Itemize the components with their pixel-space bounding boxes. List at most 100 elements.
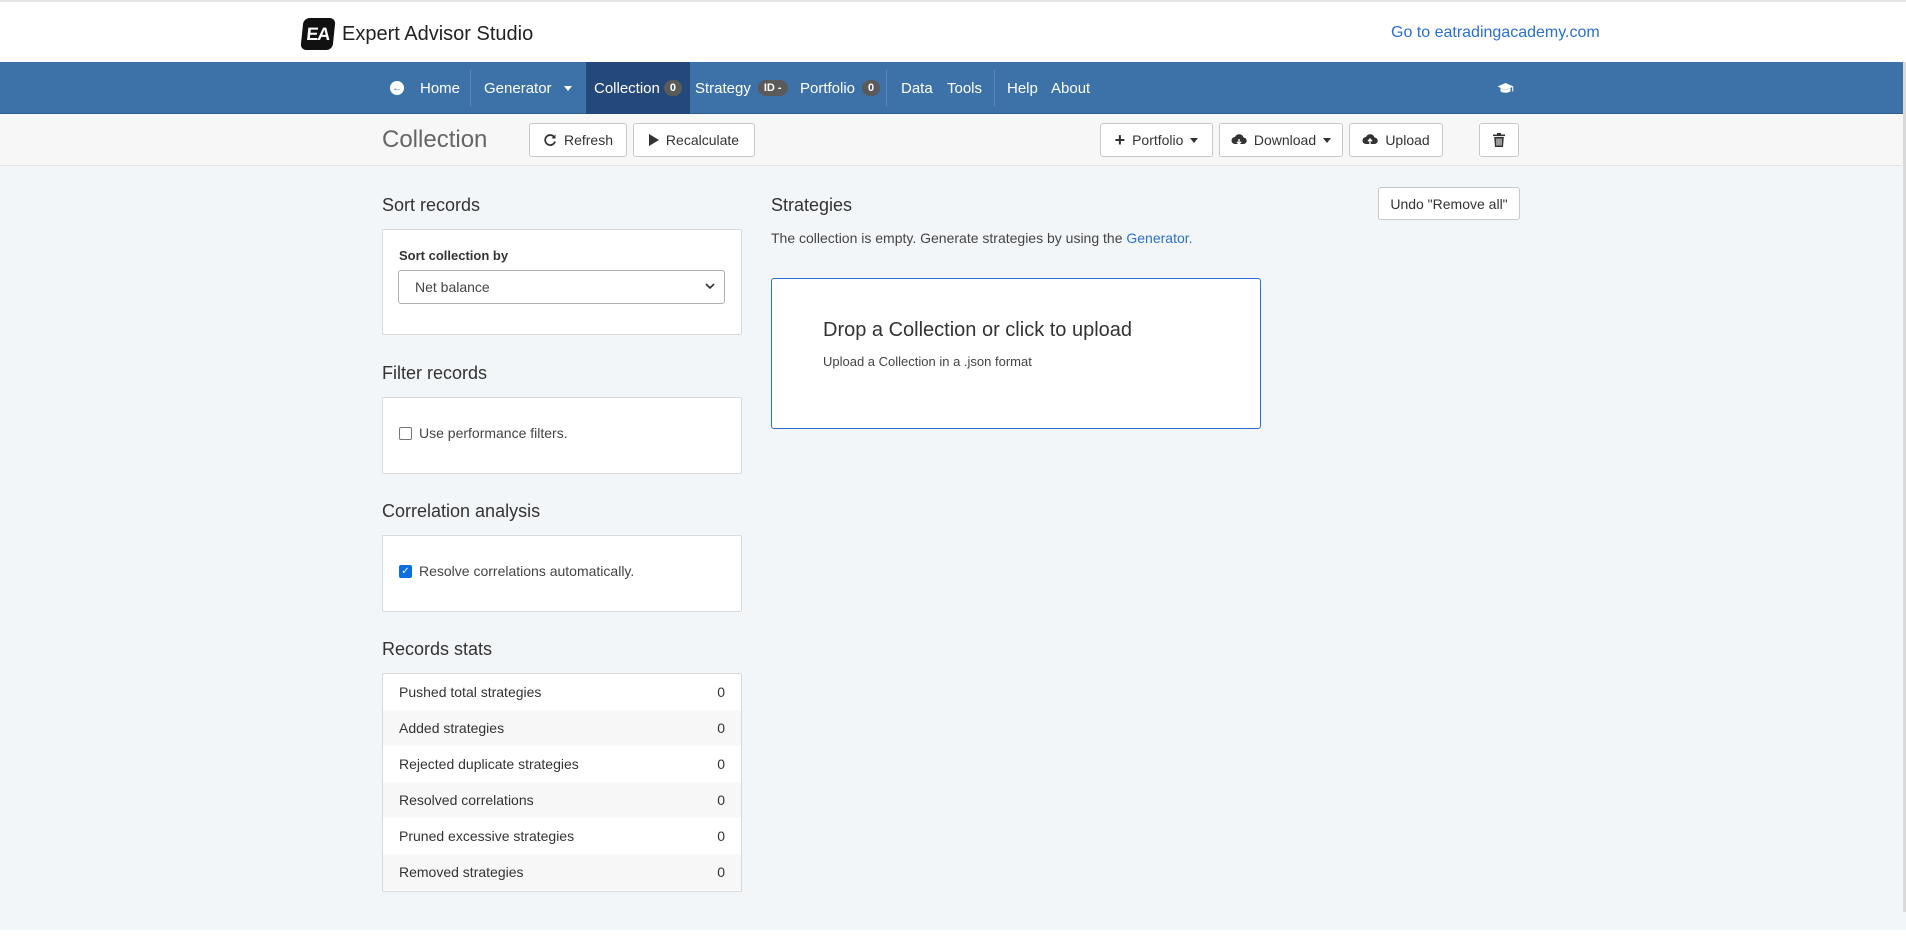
nav-generator-label: Generator [484,79,552,97]
dropzone-title: Drop a Collection or click to upload [823,319,1133,341]
correlation-panel: ✓ Resolve correlations automatically. [382,535,742,612]
stats-row: Pruned excessive strategies 0 [383,818,741,854]
nav-portfolio[interactable]: Portfolio 0 [800,62,881,114]
stats-value: 0 [717,684,725,700]
resolve-correlations-option[interactable]: ✓ Resolve correlations automatically. [399,563,634,579]
correlation-analysis-title: Correlation analysis [382,501,541,521]
stats-row: Resolved correlations 0 [383,782,741,818]
stats-value: 0 [717,864,725,880]
collection-toolbar: Collection Refresh Recalculate + Portfol… [0,114,1906,166]
nav-tools-label: Tools [947,79,983,97]
stats-row: Pushed total strategies 0 [383,674,741,710]
undo-remove-all-button[interactable]: Undo "Remove all" [1378,187,1520,220]
stats-value: 0 [717,720,725,736]
stats-label: Rejected duplicate strategies [399,756,579,772]
strategy-id-badge: ID - [757,80,788,96]
chevron-down-icon [705,283,715,290]
stats-label: Pushed total strategies [399,684,542,700]
empty-collection-text: The collection is empty. Generate strate… [771,230,1123,246]
caret-down-icon [1190,137,1199,143]
brand[interactable]: EA Expert Advisor Studio [300,18,534,50]
performance-filters-checkbox[interactable] [399,426,412,440]
trash-icon [1493,133,1505,147]
nav-data[interactable]: Data [901,62,933,114]
refresh-button[interactable]: Refresh [529,123,627,157]
resolve-correlations-checkbox[interactable]: ✓ [399,564,412,578]
eatradingacademy-link[interactable]: Go to eatradingacademy.com [1391,24,1600,42]
nav-generator-dropdown[interactable] [564,62,572,114]
records-stats-table: Pushed total strategies 0 Added strategi… [382,673,742,892]
collection-dropzone[interactable]: Drop a Collection or click to upload Upl… [771,278,1261,429]
nav-data-label: Data [901,79,933,97]
stats-value: 0 [717,828,725,844]
nav-strategy-label: Strategy [695,79,751,97]
nav-collection-label: Collection [594,79,660,97]
records-stats-title: Records stats [382,639,493,659]
portfolio-button-label: Portfolio [1132,132,1184,148]
stats-label: Removed strategies [399,864,524,880]
stats-label: Resolved correlations [399,792,534,808]
cloud-download-icon [1231,133,1247,145]
nav-home-label: Home [420,79,461,97]
performance-filters-option[interactable]: Use performance filters. [399,425,568,441]
performance-filters-label: Use performance filters. [419,425,568,441]
nav-divider [886,70,887,106]
page-title: Collection [382,126,488,153]
recalculate-button-label: Recalculate [665,132,740,148]
nav-about[interactable]: About [1051,62,1090,114]
nav-divider [470,70,471,106]
stats-label: Pruned excessive strategies [399,828,575,844]
filter-records-title: Filter records [382,363,488,383]
filter-panel: Use performance filters. [382,397,742,474]
download-dropdown-button[interactable]: Download [1219,123,1343,157]
caret-down-icon [1323,137,1332,143]
remove-all-button[interactable] [1479,123,1519,157]
refresh-button-label: Refresh [563,132,614,148]
stats-row: Removed strategies 0 [383,854,741,890]
sort-panel: Sort collection by Net balance [382,229,742,335]
refresh-icon [544,134,556,146]
nav-divider [994,70,995,106]
brand-name: Expert Advisor Studio [342,22,534,45]
portfolio-count-badge: 0 [862,80,881,96]
nav-home[interactable]: ← Home [390,62,460,114]
nav-strategy[interactable]: Strategy ID - [695,62,788,114]
nav-help-label: Help [1007,79,1038,97]
sort-records-title: Sort records [382,195,481,215]
stats-label: Added strategies [399,720,505,736]
graduation-cap-icon [1497,82,1514,93]
stats-row: Added strategies 0 [383,710,741,746]
strategies-title: Strategies [771,195,853,215]
upload-button-label: Upload [1385,132,1430,148]
nav-portfolio-label: Portfolio [800,79,856,97]
sort-selected-value: Net balance [415,279,490,295]
arrow-left-circle-icon: ← [390,81,404,95]
play-icon [648,134,659,146]
nav-generator[interactable]: Generator [484,62,552,114]
sort-label: Sort collection by [399,248,509,263]
dropzone-subtitle: Upload a Collection in a .json format [823,354,1032,369]
main-navbar: ← Home Generator Collection 0 Strategy I… [0,62,1906,114]
nav-collection[interactable]: Collection 0 [586,62,690,114]
caret-down-icon [564,85,572,91]
sort-select[interactable]: Net balance [398,270,725,304]
academy-button[interactable] [1497,62,1514,114]
stats-value: 0 [717,756,725,772]
nav-tools[interactable]: Tools [947,62,982,114]
plus-icon: + [1114,129,1126,150]
cloud-upload-icon [1362,133,1379,144]
download-button-label: Download [1253,132,1317,148]
page-footer-strip [0,930,1906,946]
upload-button[interactable]: Upload [1349,123,1443,157]
ea-logo: EA [300,18,336,50]
recalculate-button[interactable]: Recalculate [633,123,755,157]
collection-count-badge: 0 [663,80,682,96]
resolve-correlations-label: Resolve correlations automatically. [419,563,635,579]
nav-help[interactable]: Help [1007,62,1038,114]
top-header: EA Expert Advisor Studio Go to eatrading… [0,0,1906,62]
empty-collection-message: The collection is empty. Generate strate… [771,230,1193,246]
undo-remove-all-label: Undo "Remove all" [1390,195,1508,212]
generator-link[interactable]: Generator. [1126,230,1192,246]
portfolio-dropdown-button[interactable]: + Portfolio [1100,123,1213,157]
nav-about-label: About [1051,79,1091,97]
